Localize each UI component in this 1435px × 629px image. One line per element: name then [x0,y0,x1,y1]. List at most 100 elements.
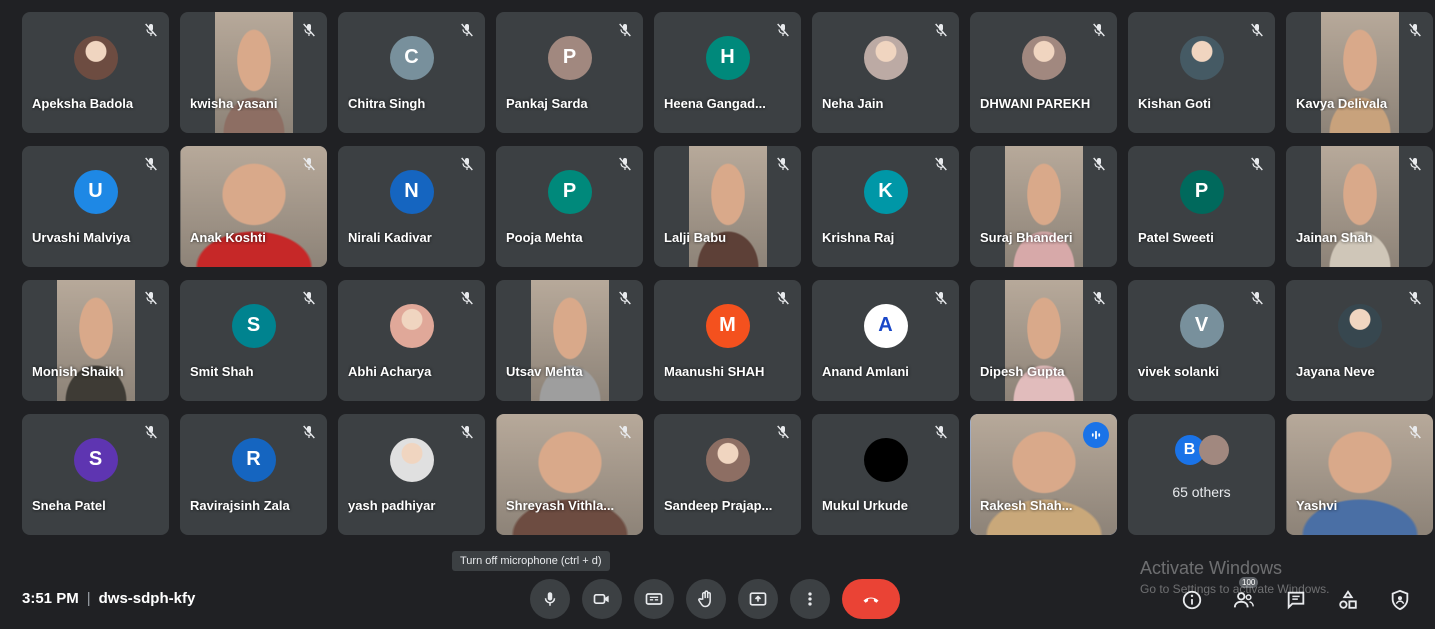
participant-tile[interactable]: R Ravirajsinh Zala [180,414,327,535]
participant-tile[interactable]: A Anand Amlani [812,280,959,401]
activities-button[interactable] [1335,587,1361,613]
participant-avatar: H [705,35,750,80]
participant-tile[interactable]: M Maanushi SHAH [654,280,801,401]
more-options-button[interactable] [790,579,830,619]
participant-tile[interactable]: Shreyash Vithla... [496,414,643,535]
participant-photo-avatar [389,303,434,348]
mic-off-icon [1407,424,1423,440]
participant-tile[interactable]: S Sneha Patel [22,414,169,535]
participant-tile[interactable]: K Krishna Raj [812,146,959,267]
host-controls-button[interactable] [1387,587,1413,613]
participant-avatar: R [231,437,276,482]
mic-off-icon [143,22,159,38]
participant-name: Rakesh Shah... [980,498,1073,513]
participant-avatar: V [1179,303,1224,348]
captions-button[interactable] [634,579,674,619]
participant-tile[interactable]: U Urvashi Malviya [22,146,169,267]
participant-name: Urvashi Malviya [32,230,131,245]
mic-button[interactable] [530,579,570,619]
mic-off-icon [301,22,317,38]
camera-button[interactable] [582,579,622,619]
participant-tile[interactable]: Kishan Goti [1128,12,1275,133]
mic-off-icon [617,156,633,172]
others-tile[interactable]: B 65 others [1128,414,1275,535]
participant-name: Suraj Bhanderi [980,230,1073,245]
participant-name: vivek solanki [1138,364,1219,379]
participant-tile[interactable]: C Chitra Singh [338,12,485,133]
participant-tile[interactable]: H Heena Gangad... [654,12,801,133]
watermark-subtitle: Go to Settings to activate Windows. [1140,582,1330,596]
participant-name: Apeksha Badola [32,96,134,111]
end-call-icon [863,597,879,603]
participant-tile[interactable]: Utsav Mehta [496,280,643,401]
meeting-separator: | [86,590,91,607]
participant-name: Lalji Babu [664,230,727,245]
participant-tile[interactable]: Abhi Acharya [338,280,485,401]
participant-video [1320,146,1399,267]
others-avatars: B [1174,435,1229,466]
participant-tile[interactable]: Jayana Neve [1286,280,1433,401]
participant-video [1320,12,1399,133]
participant-name: Ravirajsinh Zala [190,498,290,513]
participant-avatar: P [547,169,592,214]
participant-tile[interactable]: Jainan Shah [1286,146,1433,267]
mic-off-icon [617,424,633,440]
mic-off-icon [1407,22,1423,38]
participant-tile[interactable]: P Pankaj Sarda [496,12,643,133]
participant-tile[interactable]: Kavya Delivala [1286,12,1433,133]
participant-tile[interactable]: Anak Koshti [180,146,327,267]
participant-video [530,280,609,401]
mic-off-icon [1249,156,1265,172]
participant-name: Nirali Kadivar [348,230,432,245]
participant-tile[interactable]: Dipesh Gupta [970,280,1117,401]
participant-name: Neha Jain [822,96,884,111]
raise-hand-icon [698,590,711,608]
participant-tile[interactable]: Apeksha Badola [22,12,169,133]
end-call-button[interactable] [842,579,900,619]
raise-hand-button[interactable] [686,579,726,619]
present-button[interactable] [738,579,778,619]
mic-off-icon [933,424,949,440]
participant-name: Sneha Patel [32,498,106,513]
participant-name: Krishna Raj [822,230,895,245]
participant-tile[interactable]: DHWANI PAREKH [970,12,1117,133]
participant-name: Anak Koshti [190,230,266,245]
present-icon [749,592,767,606]
participant-tile[interactable]: Sandeep Prajap... [654,414,801,535]
participant-avatar: C [389,35,434,80]
mic-off-icon [933,156,949,172]
participant-tile[interactable]: kwisha yasani [180,12,327,133]
participant-tile[interactable]: Rakesh Shah... [970,414,1117,535]
participant-tile[interactable]: Neha Jain [812,12,959,133]
mic-off-icon [775,290,791,306]
participant-tile[interactable]: Vvivek solanki [1128,280,1275,401]
participant-tile[interactable]: yash padhiyar [338,414,485,535]
participant-name: Yashvi [1296,498,1338,513]
participant-tile[interactable]: P Pooja Mehta [496,146,643,267]
participant-photo-avatar [705,437,750,482]
participant-avatar: P [547,35,592,80]
participant-tile[interactable]: Monish Shaikh [22,280,169,401]
meeting-info: 3:51 PM | dws-sdph-kfy [22,590,195,607]
participant-tile[interactable]: Suraj Bhanderi [970,146,1117,267]
mic-icon [544,592,556,606]
participant-video [214,12,293,133]
participant-name: Mukul Urkude [822,498,908,513]
participant-photo-avatar [1337,303,1382,348]
participant-tile[interactable]: P Patel Sweeti [1128,146,1275,267]
participant-photo-avatar [863,35,908,80]
participant-tile[interactable]: Yashvi [1286,414,1433,535]
mic-off-icon [143,290,159,306]
participant-avatar: S [231,303,276,348]
participant-tile[interactable]: Mukul Urkude [812,414,959,535]
more-options-icon [808,592,812,606]
mic-off-icon [459,424,475,440]
participant-photo-avatar [1179,35,1224,80]
call-controls [530,579,900,619]
participant-video [688,146,767,267]
participant-tile[interactable]: S Smit Shah [180,280,327,401]
participant-name: Kavya Delivala [1296,96,1388,111]
participant-name: Pooja Mehta [506,230,583,245]
participant-tile[interactable]: Lalji Babu [654,146,801,267]
participant-tile[interactable]: N Nirali Kadivar [338,146,485,267]
